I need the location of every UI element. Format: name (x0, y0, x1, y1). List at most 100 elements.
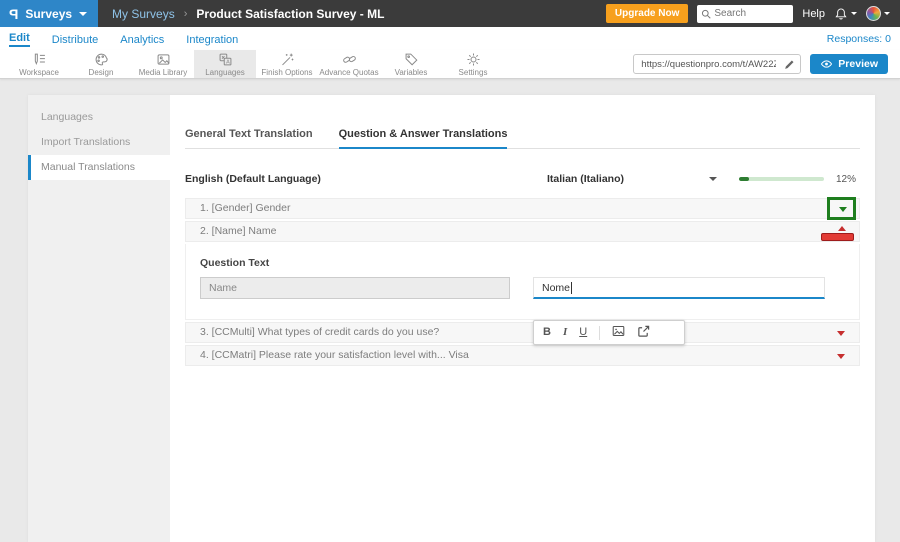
account-menu[interactable] (866, 6, 890, 21)
chain-links-icon (342, 55, 356, 63)
image-icon (157, 53, 169, 65)
svg-text:A: A (226, 59, 230, 65)
bold-button[interactable]: B (543, 327, 551, 338)
toolbar-label: Languages (205, 67, 245, 77)
toolbar-design[interactable]: Design (70, 50, 132, 78)
chevron-down-icon (884, 12, 890, 15)
magic-wand-icon (281, 53, 293, 65)
top-bar-actions: Upgrade Now Help (605, 4, 900, 23)
survey-nav: Edit Distribute Analytics Integration Re… (0, 27, 900, 50)
progress-percent-label: 12% (836, 173, 857, 185)
chevron-down-icon (709, 177, 717, 181)
responses-count[interactable]: Responses: 0 (827, 33, 900, 45)
translations-card: Languages Import Translations Manual Tra… (28, 95, 875, 542)
nav-distribute[interactable]: Distribute (52, 32, 98, 46)
palette-icon (95, 53, 108, 65)
question-label: 3. [CCMulti] What types of credit cards … (200, 326, 440, 338)
sidebar-item-languages[interactable]: Languages (28, 105, 170, 130)
questionpro-logo: P (9, 5, 19, 22)
chevron-down-icon (851, 12, 857, 15)
question-row-gender[interactable]: 1. [Gender] Gender (185, 197, 860, 220)
survey-url-box (633, 54, 802, 74)
breadcrumb-separator: › (183, 7, 188, 20)
edit-url-button[interactable] (778, 55, 800, 73)
notifications-button[interactable] (834, 7, 857, 21)
help-link[interactable]: Help (802, 8, 825, 20)
insert-link-button[interactable] (637, 325, 650, 341)
question-list: 1. [Gender] Gender 2. [Name] Name Questi… (185, 197, 860, 366)
toolbar-label: Workspace (19, 67, 59, 77)
top-bar: P Surveys My Surveys › Product Satisfact… (0, 0, 900, 27)
question-label: 1. [Gender] Gender (200, 202, 291, 214)
language-header-row: English (Default Language) Italian (Ital… (185, 173, 860, 185)
nav-integration[interactable]: Integration (186, 32, 238, 46)
breadcrumb: My Surveys › Product Satisfaction Survey… (112, 7, 384, 21)
italic-button[interactable]: I (563, 327, 567, 338)
sidebar-item-manual-translations[interactable]: Manual Translations (28, 155, 170, 180)
question-row-name[interactable]: 2. [Name] Name (185, 221, 860, 242)
questionpro-app: P Surveys My Surveys › Product Satisfact… (0, 0, 900, 542)
progress-fill (739, 177, 750, 181)
rich-text-toolbar: B I U (533, 320, 685, 345)
annotation-red-bar (821, 233, 854, 241)
pencil-icon (784, 59, 794, 69)
tab-general-text-translation[interactable]: General Text Translation (185, 128, 313, 149)
translation-value: Nome (542, 281, 571, 294)
translation-edit-row: Nome (200, 277, 859, 299)
upgrade-now-button[interactable]: Upgrade Now (605, 4, 689, 23)
question-row-ccmulti[interactable]: 3. [CCMulti] What types of credit cards … (185, 322, 860, 343)
nav-analytics[interactable]: Analytics (120, 32, 164, 46)
external-link-icon (638, 325, 650, 337)
translations-sidebar: Languages Import Translations Manual Tra… (28, 95, 170, 542)
underline-button[interactable]: U (579, 327, 587, 338)
toolbar-divider (599, 325, 601, 340)
target-language-select[interactable]: Italian (Italiano) (547, 173, 717, 185)
preview-label: Preview (838, 58, 878, 70)
search-icon (702, 9, 712, 19)
avatar (866, 6, 881, 21)
work-area: Languages Import Translations Manual Tra… (0, 79, 900, 542)
search-input[interactable] (714, 8, 785, 19)
toolbar-media-library[interactable]: Media Library (132, 50, 194, 78)
nav-edit[interactable]: Edit (9, 30, 30, 47)
survey-url-input[interactable] (634, 58, 779, 70)
translate-icon: A (219, 53, 231, 65)
edit-toolbar: Workspace Design Media Library A Languag… (0, 50, 900, 79)
breadcrumb-my-surveys[interactable]: My Surveys (112, 7, 175, 21)
translation-text-input[interactable]: Nome (533, 277, 825, 299)
breadcrumb-current-survey: Product Satisfaction Survey - ML (196, 6, 385, 21)
toolbar-label: Advance Quotas (319, 67, 379, 77)
expand-caret-icon[interactable] (837, 331, 845, 336)
translation-progress-bar (739, 177, 824, 181)
question-row-ccmatri[interactable]: 4. [CCMatri] Please rate your satisfacti… (185, 345, 860, 366)
toolbar-languages[interactable]: A Languages (194, 50, 256, 78)
insert-image-button[interactable] (612, 325, 625, 340)
toolbar-workspace[interactable]: Workspace (8, 50, 70, 78)
question-label: 2. [Name] Name (200, 225, 277, 237)
surveys-menu-label: Surveys (25, 6, 73, 21)
expand-caret-icon[interactable] (837, 354, 845, 359)
toolbar-settings[interactable]: Settings (442, 50, 504, 78)
toolbar-label: Settings (458, 67, 488, 77)
toolbar-label: Media Library (138, 67, 188, 77)
annotation-green-highlight-box (827, 197, 856, 220)
gear-icon (467, 53, 479, 65)
collapse-caret-icon[interactable] (838, 226, 846, 231)
toolbar-variables[interactable]: Variables (380, 50, 442, 78)
toolbar-finish-options[interactable]: Finish Options (256, 50, 318, 78)
toolbar-advance-quotas[interactable]: Advance Quotas (318, 50, 380, 78)
preview-button[interactable]: Preview (810, 54, 888, 74)
sidebar-item-import-translations[interactable]: Import Translations (28, 130, 170, 155)
toolbar-label: Design (88, 67, 114, 77)
translation-tabs: General Text Translation Question & Answ… (185, 128, 860, 149)
toolbar-label: Variables (394, 67, 428, 77)
bell-icon (835, 7, 847, 19)
source-language-label: English (Default Language) (185, 173, 321, 185)
tab-question-answer-translations[interactable]: Question & Answer Translations (338, 128, 508, 149)
target-language-value: Italian (Italiano) (547, 173, 625, 185)
global-search-box[interactable] (697, 4, 794, 23)
question-translation-editor: Question Text Nome B I U (185, 244, 860, 345)
toolbar-label: Finish Options (261, 67, 313, 77)
manual-translations-content: General Text Translation Question & Answ… (170, 95, 875, 542)
surveys-product-menu[interactable]: P Surveys (0, 0, 99, 27)
